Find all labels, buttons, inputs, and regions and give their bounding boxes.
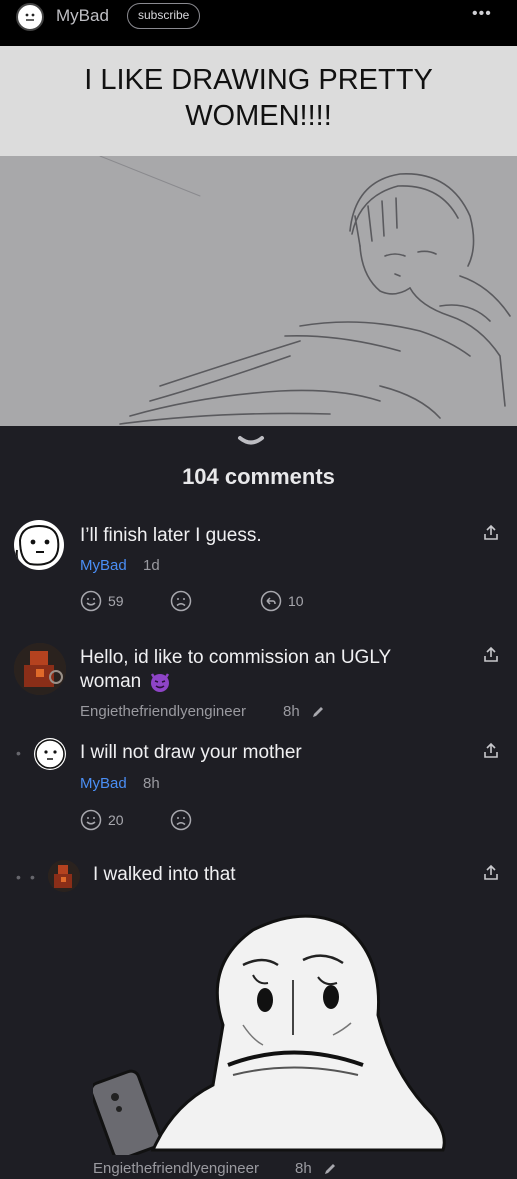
- chevron-down-icon[interactable]: [237, 435, 265, 449]
- comments-count: 104 comments: [182, 464, 335, 489]
- channel-name[interactable]: MyBad: [56, 6, 109, 26]
- share-icon[interactable]: [482, 646, 500, 664]
- smile-icon: [80, 809, 102, 831]
- reply-icon: [260, 590, 282, 612]
- channel-avatar[interactable]: [16, 3, 44, 31]
- thread-indent-dot: •: [16, 745, 21, 761]
- dislike-button[interactable]: [170, 809, 192, 831]
- comment-age: 8h: [295, 1160, 312, 1177]
- share-icon[interactable]: [482, 524, 500, 542]
- comment-age: 8h: [283, 703, 300, 720]
- reply-count: 10: [288, 593, 304, 609]
- more-options-icon[interactable]: •••: [472, 5, 492, 23]
- smile-icon: [80, 590, 102, 612]
- comment-avatar[interactable]: [34, 738, 66, 770]
- comment-text: I walked into that: [93, 864, 236, 885]
- pencil-icon: [313, 707, 323, 717]
- comment-text: I will not draw your mother: [80, 742, 302, 763]
- comment-author[interactable]: Engiethefriendlyengineer: [93, 1160, 259, 1177]
- meme-image[interactable]: [93, 905, 453, 1155]
- share-icon[interactable]: [482, 864, 500, 882]
- sketch-drawing: [0, 156, 517, 426]
- face-avatar-icon: [25, 13, 35, 21]
- comment-avatar[interactable]: [48, 860, 80, 892]
- comment-avatar[interactable]: [14, 520, 64, 570]
- replies-button[interactable]: 10: [260, 590, 304, 612]
- comment-author[interactable]: MyBad: [80, 557, 127, 574]
- sad-face-icon: [170, 809, 192, 831]
- comment-avatar[interactable]: [14, 643, 66, 695]
- subscribe-button[interactable]: subscribe: [127, 3, 201, 29]
- top-bar: MyBad subscribe •••: [0, 0, 517, 46]
- devil-emoji-icon: [150, 673, 170, 692]
- like-count: 20: [108, 812, 124, 828]
- like-button[interactable]: 20: [80, 809, 124, 831]
- comment-text-line-1: Hello, id like to commission an UGLY: [80, 647, 392, 668]
- face-avatar-icon: [15, 524, 60, 569]
- dislike-button[interactable]: [170, 590, 192, 612]
- pencil-icon: [325, 1164, 335, 1174]
- post-title-line-2: WOMEN!!!!: [185, 100, 332, 132]
- sad-face-icon: [170, 590, 192, 612]
- user-avatar-icon: [14, 643, 66, 695]
- post-caption: I LIKE DRAWING PRETTY WOMEN!!!!: [0, 46, 517, 156]
- post-image[interactable]: [0, 156, 517, 426]
- user-avatar-icon: [48, 860, 80, 892]
- phone-illustration: [93, 1069, 163, 1155]
- comment-age: 1d: [143, 557, 160, 574]
- face-avatar-icon: [35, 739, 65, 769]
- like-count: 59: [108, 593, 124, 609]
- thread-indent-dot: •: [16, 869, 21, 885]
- thread-indent-dot: •: [30, 869, 35, 885]
- comment-text: I’ll finish later I guess.: [80, 525, 262, 546]
- comment-age: 8h: [143, 775, 160, 792]
- comment-author[interactable]: Engiethefriendlyengineer: [80, 703, 246, 720]
- comment-author[interactable]: MyBad: [80, 775, 127, 792]
- post-title-line-1: I LIKE DRAWING PRETTY: [84, 64, 433, 96]
- share-icon[interactable]: [482, 742, 500, 760]
- comment-text-line-2: woman: [80, 671, 142, 692]
- like-button[interactable]: 59: [80, 590, 124, 612]
